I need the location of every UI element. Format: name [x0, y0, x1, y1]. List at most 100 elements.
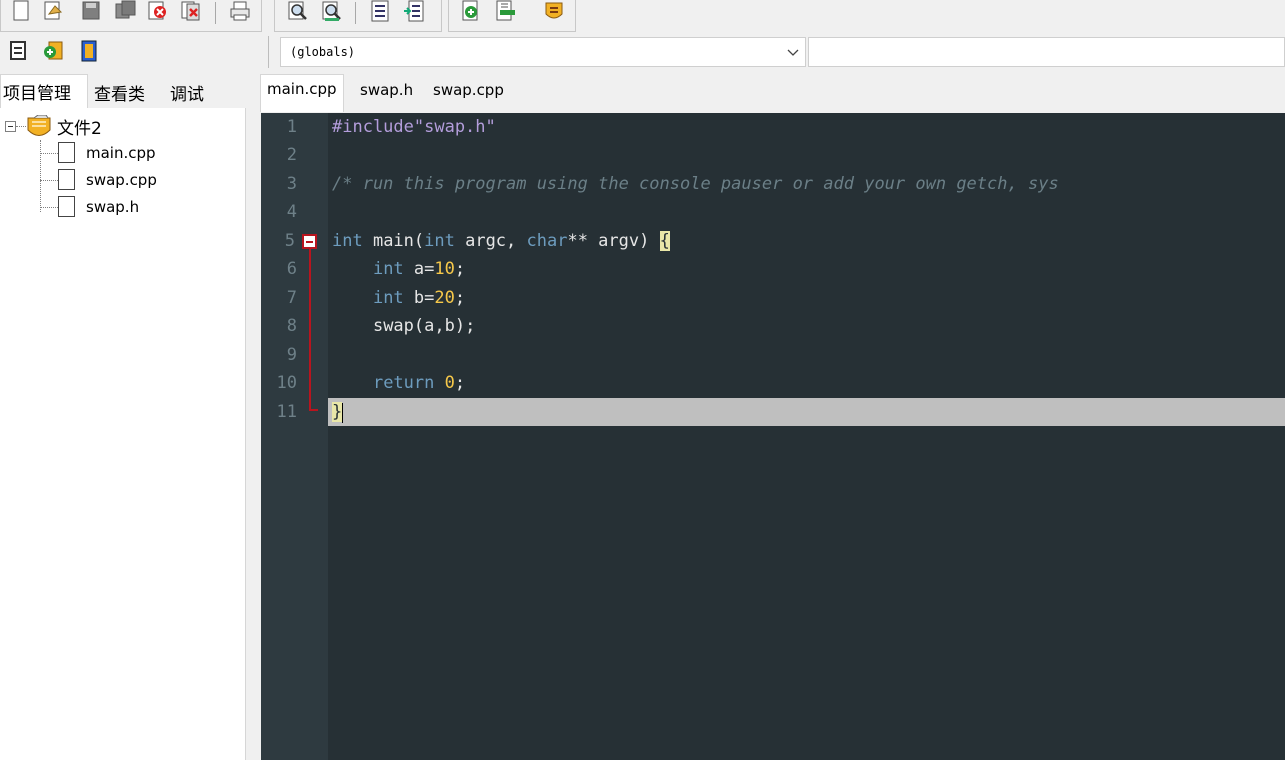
matched-brace: } — [332, 402, 343, 422]
code-line-8: swap(a,b); — [332, 316, 475, 336]
code-text: ; — [454, 373, 466, 393]
keyword: int — [332, 231, 363, 251]
tree-item-main-cpp[interactable]: main.cpp — [86, 144, 156, 162]
number-literal: 20 — [434, 288, 455, 308]
add-to-project-icon[interactable] — [42, 40, 64, 62]
fold-range-end — [309, 409, 318, 411]
line-number: 7 — [286, 288, 297, 308]
code-text: ** argv) — [567, 231, 660, 251]
code-text: argc, — [454, 231, 527, 251]
save-all-icon[interactable] — [115, 0, 137, 22]
current-line-highlight — [328, 398, 1285, 426]
code-text: main( — [362, 231, 425, 251]
fold-range-line — [309, 249, 311, 411]
line-number: 4 — [286, 202, 297, 222]
code-line-1: #include"swap.h" — [332, 117, 496, 137]
code-text: ; — [454, 259, 466, 279]
keyword: int — [424, 231, 455, 251]
tree-connector — [40, 153, 58, 154]
line-number: 8 — [286, 316, 297, 336]
project-folder-icon — [27, 115, 51, 136]
tab-label: main.cpp — [267, 80, 337, 98]
save-icon[interactable] — [81, 0, 103, 22]
code-line-5: int main(int argc, char** argv) { — [332, 231, 670, 251]
chevron-down-icon[interactable] — [785, 44, 801, 60]
tab-label: 调试 — [170, 85, 204, 105]
line-number: 1 — [286, 117, 297, 137]
file-icon — [58, 142, 75, 163]
tree-item-swap-h[interactable]: swap.h — [86, 198, 139, 216]
number-literal: 10 — [434, 259, 455, 279]
tab-swap-h[interactable]: swap.h — [354, 76, 419, 110]
comment: /* run this program using the console pa… — [332, 174, 1059, 194]
toggle-bookmark-icon[interactable] — [369, 0, 391, 22]
tab-debug[interactable]: 调试 — [168, 74, 220, 108]
code-text: b= — [403, 288, 435, 308]
toolbar-separator — [268, 36, 269, 68]
file-icon — [58, 169, 75, 190]
line-number: 9 — [286, 345, 297, 365]
remove-file-icon[interactable] — [495, 0, 517, 22]
line-number: 5 — [284, 231, 295, 251]
tab-swap-cpp[interactable]: swap.cpp — [427, 76, 510, 110]
new-project-icon[interactable] — [8, 40, 30, 62]
tab-project-manager[interactable]: 项目管理 — [0, 74, 88, 108]
text-caret — [342, 403, 343, 423]
tree-item-swap-cpp[interactable]: swap.cpp — [86, 171, 157, 189]
project-options-icon[interactable] — [543, 0, 565, 22]
code-line-3: /* run this program using the console pa… — [332, 174, 1059, 194]
code-text: ; — [454, 288, 466, 308]
line-number: 11 — [276, 402, 297, 422]
line-number: 6 — [286, 259, 297, 279]
code-line-7: int b=20; — [332, 288, 465, 308]
code-editor[interactable]: 1 2 3 4 5 6 7 8 9 10 11 #include"swap.h"… — [261, 113, 1285, 760]
line-number: 10 — [276, 373, 297, 393]
code-line-11: } — [332, 402, 343, 422]
tab-class-browser[interactable]: 查看类 — [92, 74, 162, 108]
collapse-icon[interactable] — [5, 121, 16, 132]
file-toolbar-group — [0, 0, 262, 32]
left-pane-tabs: 项目管理 查看类 调试 — [0, 74, 246, 108]
project-root-label[interactable]: 文件2 — [57, 114, 102, 139]
project-toolbar-group — [448, 0, 576, 32]
code-line-6: int a=10; — [332, 259, 465, 279]
project-properties-icon[interactable] — [78, 40, 100, 62]
add-file-icon[interactable] — [461, 0, 483, 22]
file-icon — [58, 196, 75, 217]
close-all-icon[interactable] — [181, 0, 203, 22]
tree-connector — [40, 207, 58, 208]
tab-label: 项目管理 — [3, 84, 71, 104]
editor-tabs: main.cpp swap.h swap.cpp — [255, 74, 1285, 112]
new-file-icon[interactable] — [11, 0, 33, 22]
tree-connector — [40, 180, 58, 181]
keyword: char — [526, 231, 568, 251]
preprocessor-directive: #include"swap.h" — [332, 117, 496, 137]
print-icon[interactable] — [229, 0, 251, 22]
search-toolbar-group — [274, 0, 442, 32]
tab-label: 查看类 — [94, 85, 145, 105]
tree-connector — [16, 126, 26, 127]
tab-label: swap.cpp — [433, 81, 504, 99]
open-folder-icon[interactable] — [43, 0, 65, 22]
keyword: return — [372, 373, 435, 393]
main-toolbar — [0, 0, 1285, 34]
number-literal: 0 — [444, 373, 455, 393]
toolbar-separator — [355, 2, 356, 24]
close-icon[interactable] — [147, 0, 169, 22]
keyword: int — [372, 288, 404, 308]
goto-icon[interactable] — [403, 0, 425, 22]
replace-icon[interactable] — [321, 0, 343, 22]
scope-combobox-value: (globals) — [290, 45, 356, 59]
find-icon[interactable] — [287, 0, 309, 22]
symbol-combobox[interactable] — [808, 37, 1285, 67]
fold-collapse-icon[interactable] — [302, 234, 317, 249]
tab-main-cpp[interactable]: main.cpp — [260, 74, 344, 112]
matched-brace: { — [659, 231, 670, 251]
tab-label: swap.h — [360, 81, 414, 99]
scope-combobox[interactable]: (globals) — [280, 37, 806, 67]
